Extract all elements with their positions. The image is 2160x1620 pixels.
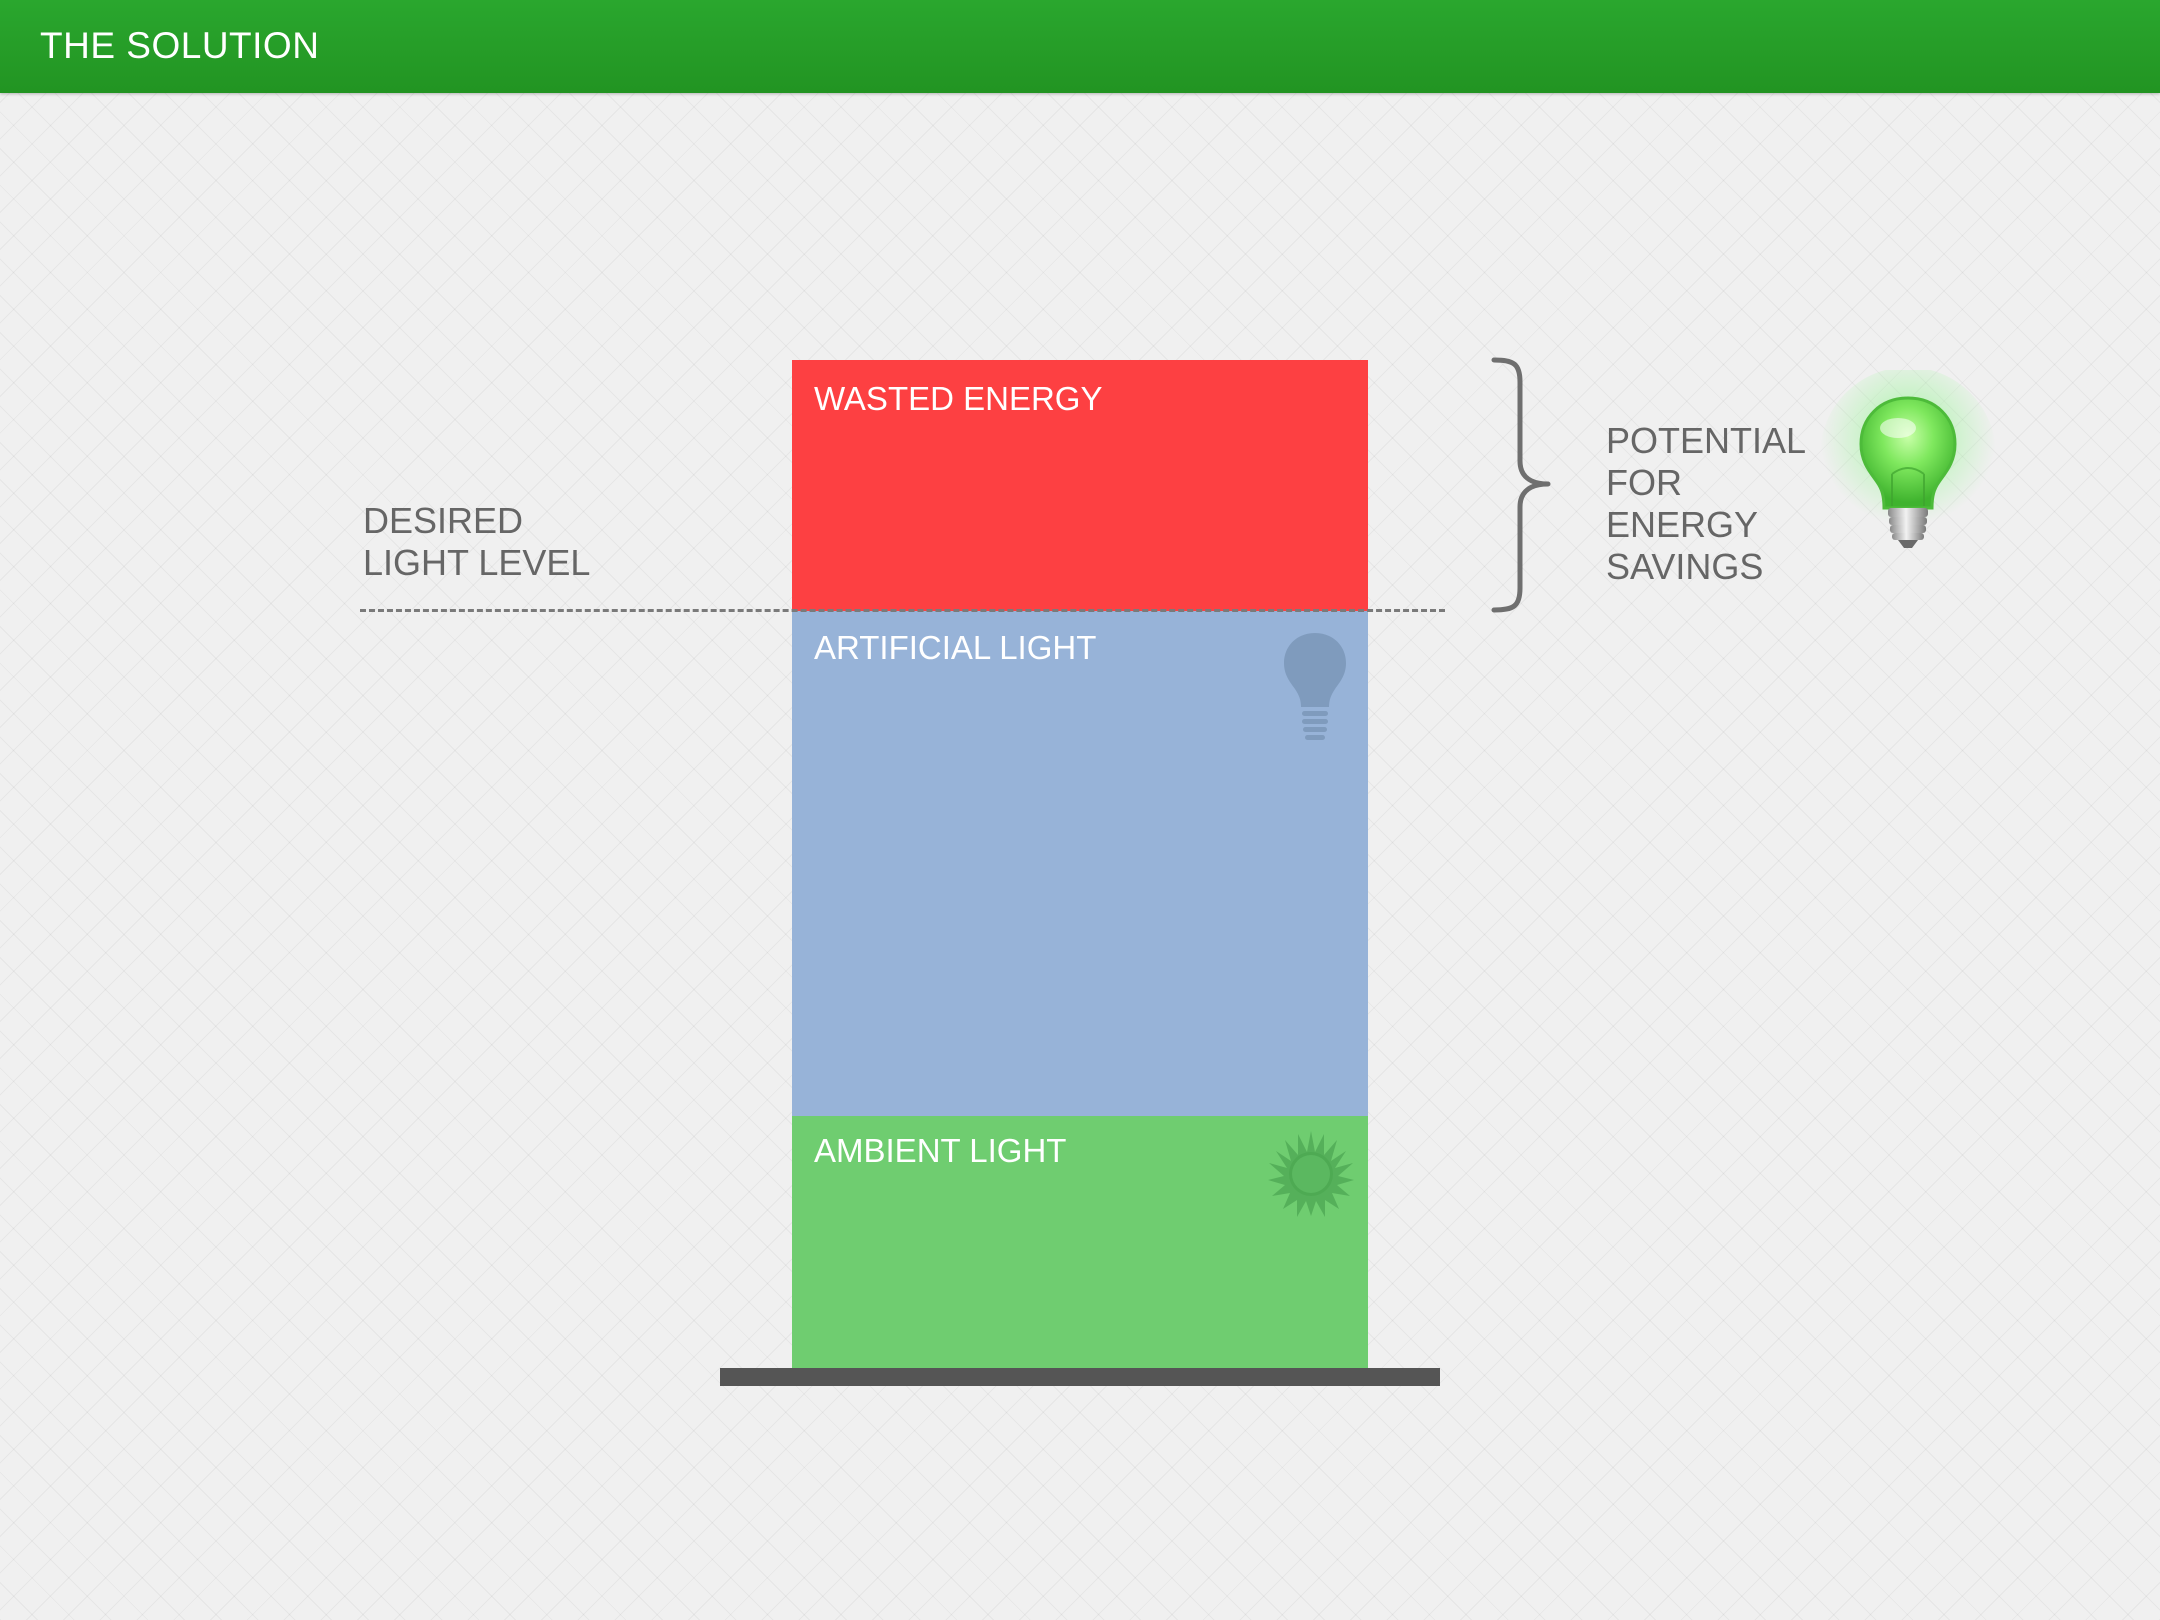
wasted-energy-segment: WASTED ENERGY <box>792 360 1368 611</box>
desired-level-dashed-line <box>360 609 1445 612</box>
savings-label-line-3: ENERGY <box>1606 504 1759 545</box>
wasted-energy-label: WASTED ENERGY <box>814 380 1103 417</box>
artificial-light-segment: ARTIFICIAL LIGHT <box>792 611 1368 1116</box>
savings-label-line-1: POTENTIAL <box>1606 420 1807 461</box>
curly-brace-icon <box>1491 357 1551 613</box>
savings-label-line-4: SAVINGS <box>1606 546 1764 587</box>
savings-label-line-2: FOR <box>1606 462 1682 503</box>
ambient-light-label: AMBIENT LIGHT <box>814 1132 1067 1169</box>
green-light-bulb-icon <box>1820 370 1996 548</box>
energy-savings-label: POTENTIAL FOR ENERGY SAVINGS <box>1606 420 1806 588</box>
desired-label-line-1: DESIRED <box>363 500 524 541</box>
base-bar <box>720 1368 1440 1386</box>
sun-icon <box>1268 1131 1354 1217</box>
ambient-light-segment: AMBIENT LIGHT <box>792 1116 1368 1370</box>
header-bar: THE SOLUTION <box>0 0 2160 93</box>
page-title: THE SOLUTION <box>40 25 320 66</box>
desired-label-line-2: LIGHT LEVEL <box>363 542 591 583</box>
artificial-light-label: ARTIFICIAL LIGHT <box>814 629 1097 666</box>
light-bulb-icon <box>1284 633 1346 740</box>
desired-light-level-label: DESIRED LIGHT LEVEL <box>363 500 590 584</box>
